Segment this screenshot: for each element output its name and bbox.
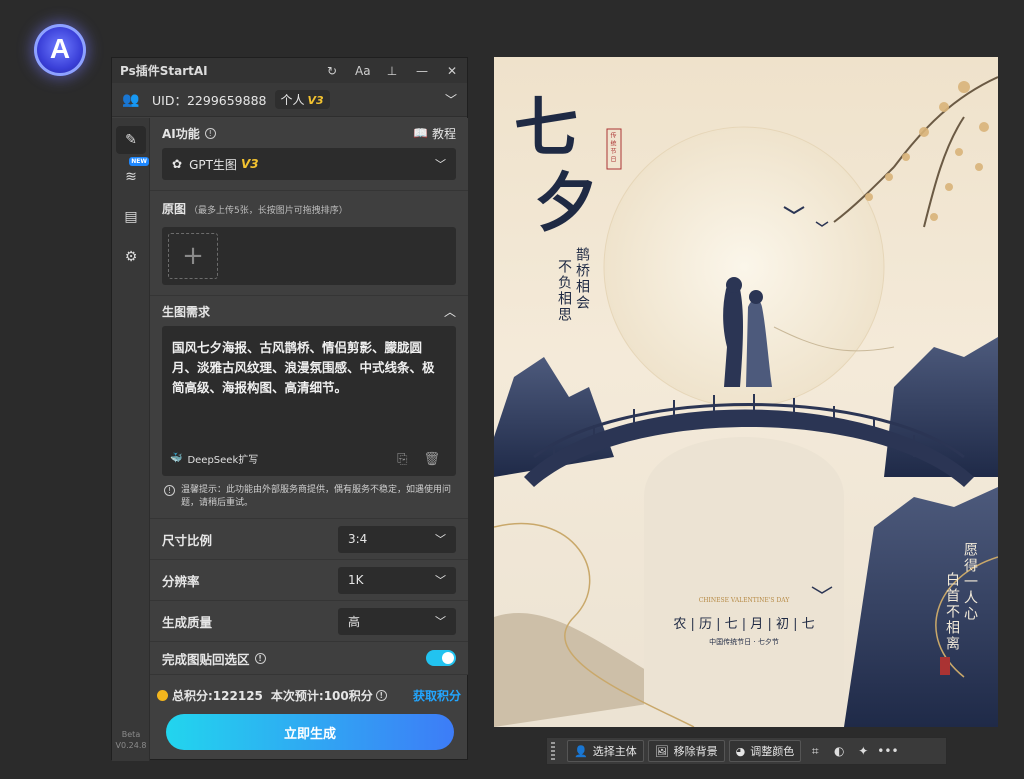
- plugin-panel: Ps插件StartAI ↻ Aa ⊥ — ✕ 👥 UID：2299659888 …: [111, 57, 468, 761]
- poster-line-2: 不负相思: [556, 259, 572, 323]
- chevron-down-icon: ﹀: [435, 574, 446, 587]
- poster-title-qi: 七: [514, 91, 578, 166]
- ai-function-section: AI功能 ! 📖 教程 ✿ GPT生图 V3 ﹀: [150, 118, 468, 191]
- main-content: AI功能 ! 📖 教程 ✿ GPT生图 V3 ﹀ 原图 （最多上传5张，长按图片可拖拽…: [150, 118, 468, 675]
- paste-back-row: 完成图贴回选区!: [150, 642, 468, 675]
- adjust-color-button[interactable]: ◕ 调整颜色: [728, 740, 802, 762]
- quality-row: 生成质量 高 ﹀: [150, 601, 468, 642]
- panel-title: Ps插件StartAI: [120, 64, 208, 78]
- new-badge: NEW: [129, 157, 149, 166]
- minimize-icon[interactable]: —: [415, 64, 429, 78]
- version-label: Beta V0.24.8: [115, 730, 147, 750]
- pin-icon[interactable]: ⊥: [385, 64, 399, 78]
- poster-seal-text: 传统节日: [609, 132, 616, 164]
- uid-text: UID：2299659888: [152, 93, 267, 108]
- prompt-text[interactable]: 国风七夕海报、古风鹊桥、情侣剪影、朦胧圆月、淡雅古风纹理、浪漫氛围感、中式线条、…: [172, 338, 446, 398]
- estimate-points: 本次预计:100积分: [270, 688, 373, 703]
- ratio-row: 尺寸比例 3:4 ﹀: [150, 519, 468, 560]
- ai-function-label: AI功能: [162, 126, 200, 141]
- font-size-icon[interactable]: Aa: [355, 64, 371, 78]
- book-icon: 📖: [413, 126, 428, 140]
- info-icon[interactable]: !: [375, 689, 387, 701]
- prompt-textarea[interactable]: 国风七夕海报、古风鹊桥、情侣剪影、朦胧圆月、淡雅古风纹理、浪漫氛围感、中式线条、…: [162, 326, 456, 476]
- info-icon[interactable]: !: [254, 652, 266, 664]
- gear-icon[interactable]: ⚙: [112, 240, 150, 274]
- info-icon: !: [164, 485, 175, 496]
- prompt-label: 生图需求: [162, 304, 211, 319]
- chevron-down-icon[interactable]: ﹀: [445, 91, 457, 108]
- tutorial-link[interactable]: 📖 教程: [413, 125, 456, 142]
- close-icon[interactable]: ✕: [445, 64, 459, 78]
- poster-subtitle: 中国传统节日 · 七夕节: [709, 638, 779, 646]
- plan-badge: 个人 V3: [274, 90, 330, 109]
- trash-icon[interactable]: 🗑: [423, 452, 440, 467]
- users-icon: 👥: [122, 91, 140, 108]
- poster-right-2: 白首不相离: [944, 572, 960, 652]
- poster-title-xi: 夕: [534, 166, 598, 241]
- prompt-section: 生图需求 ︿ 国风七夕海报、古风鹊桥、情侣剪影、朦胧圆月、淡雅古风纹理、浪漫氛围…: [150, 296, 468, 519]
- drag-handle[interactable]: [551, 742, 555, 760]
- image-icon: 🖼: [654, 744, 669, 758]
- coin-icon: [157, 689, 168, 701]
- resolution-row: 分辨率 1K ﹀: [150, 560, 468, 601]
- model-icon: ✿: [172, 157, 183, 171]
- user-bar[interactable]: 👥 UID：2299659888 个人 V3 ﹀: [112, 83, 467, 117]
- poster-date: 农 | 历 | 七 | 月 | 初 | 七: [673, 617, 815, 632]
- chevron-down-icon: ﹀: [435, 158, 446, 171]
- source-label: 原图: [162, 202, 187, 216]
- person-icon: 👤: [574, 744, 588, 758]
- points-bar: 总积分:122125 本次预计:100积分 ! 获取积分: [150, 679, 468, 711]
- magic-icon[interactable]: ✦: [853, 744, 873, 758]
- poster-english: CHINESE VALENTINE'S DAY: [698, 597, 790, 604]
- select-subject-button[interactable]: 👤 选择主体: [567, 740, 644, 762]
- source-hint: （最多上传5张，长按图片可拖拽排序）: [189, 206, 348, 216]
- more-icon[interactable]: •••: [877, 744, 898, 758]
- remove-background-button[interactable]: 🖼 移除背景: [647, 740, 725, 762]
- add-image-button[interactable]: +: [168, 233, 218, 279]
- chevron-down-icon: ﹀: [435, 615, 446, 628]
- canvas-image[interactable]: 七 夕 传统节日 鹊桥相会 不负相思 CHINESE VALENTINE'S D…: [494, 57, 998, 727]
- info-icon[interactable]: !: [204, 127, 216, 139]
- palette-icon: ◕: [735, 744, 746, 758]
- total-points: 总积分:122125: [172, 688, 263, 703]
- startai-logo[interactable]: A: [34, 24, 86, 76]
- contrast-icon[interactable]: ◐: [829, 744, 849, 758]
- chevron-up-icon[interactable]: ︿: [444, 303, 456, 320]
- deepseek-expand-button[interactable]: 🐳 DeepSeek扩写: [170, 451, 258, 466]
- paste-back-toggle[interactable]: [426, 650, 456, 666]
- upload-area: +: [162, 227, 456, 285]
- crop-icon[interactable]: ⌗: [805, 744, 825, 759]
- layers-icon[interactable]: ≋ NEW: [112, 157, 150, 194]
- quality-select[interactable]: 高 ﹀: [338, 607, 456, 635]
- resolution-select[interactable]: 1K ﹀: [338, 566, 456, 594]
- poster-right-1: 愿得一人心: [962, 542, 978, 622]
- context-toolbar: 👤 选择主体 🖼 移除背景 ◕ 调整颜色 ⌗ ◐ ✦ •••: [546, 737, 947, 765]
- ratio-select[interactable]: 3:4 ﹀: [338, 525, 456, 553]
- history-icon[interactable]: ⎘: [397, 452, 407, 467]
- refresh-icon[interactable]: ↻: [325, 64, 339, 78]
- get-points-link[interactable]: 获取积分: [413, 687, 461, 704]
- panel-titlebar: Ps插件StartAI ↻ Aa ⊥ — ✕: [112, 58, 467, 83]
- chevron-down-icon: ﹀: [435, 533, 446, 546]
- generate-button[interactable]: 立即生成: [166, 714, 454, 750]
- whale-icon: 🐳: [170, 453, 183, 464]
- clipboard-icon[interactable]: ▤: [112, 200, 150, 234]
- notice: ! 温馨提示：此功能由外部服务商提供，偶有服务不稳定，如遇使用问题，请稍后重试。: [162, 476, 456, 518]
- poster-line-1: 鹊桥相会: [574, 247, 590, 311]
- source-image-section: 原图 （最多上传5张，长按图片可拖拽排序） +: [150, 191, 468, 296]
- model-select[interactable]: ✿ GPT生图 V3 ﹀: [162, 148, 456, 180]
- sidebar: ✎ ≋ NEW ▤ ⚙ Beta V0.24.8: [112, 118, 150, 761]
- edit-icon[interactable]: ✎: [116, 126, 146, 154]
